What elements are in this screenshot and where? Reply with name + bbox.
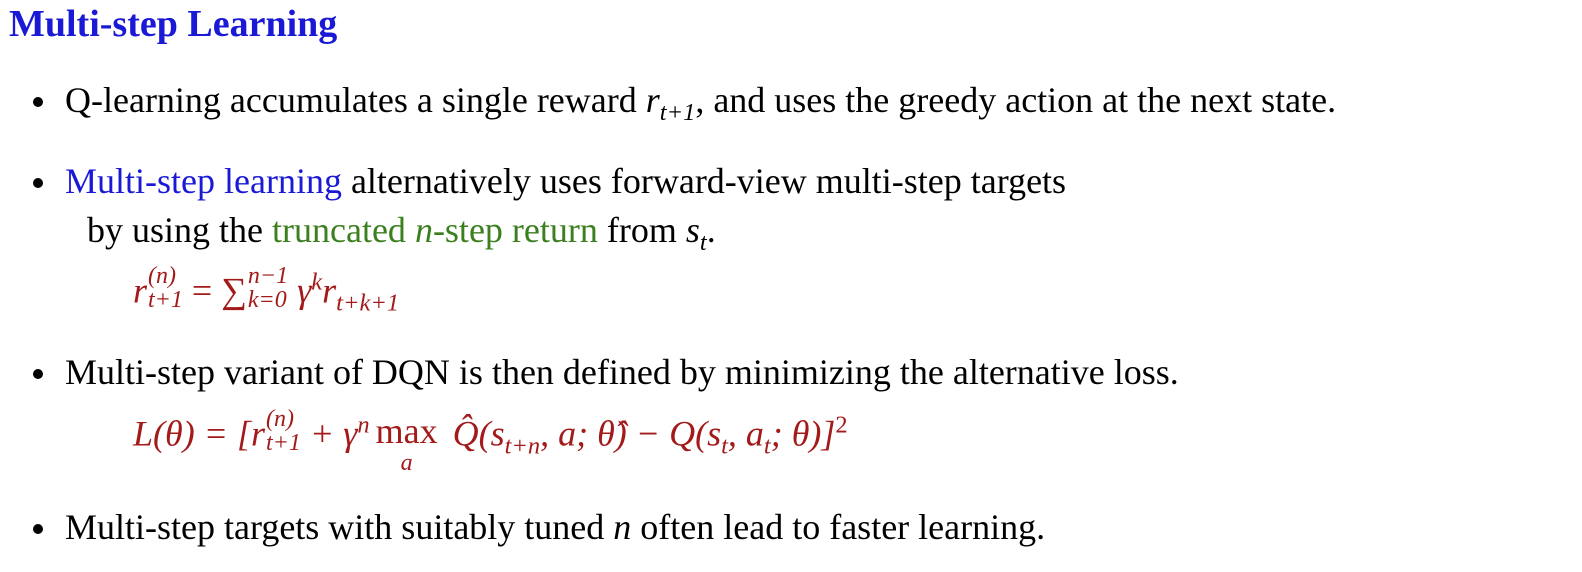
page-title: Multi-step Learning: [9, 3, 338, 45]
bullet-1-text-after: , and uses the greedy action at the next…: [695, 80, 1337, 120]
bullet-dot-4: [33, 524, 43, 534]
eq1-r2: r: [322, 270, 337, 311]
multi-step-learning-highlight: Multi-step learning: [65, 161, 342, 201]
bullet-3-text: Multi-step variant of DQN is then define…: [65, 352, 1179, 392]
bullet-4-n: n: [613, 507, 632, 547]
eq2-max-operator: max a: [376, 413, 438, 475]
bullet-3: Multi-step variant of DQN is then define…: [65, 354, 1179, 390]
eq1-sum-sup: n−1: [247, 263, 289, 289]
bullet-dot-2: [33, 178, 43, 188]
bullet-4-text-after: often lead to faster learning.: [631, 507, 1046, 547]
bullet-2-line2-b: from: [597, 210, 686, 250]
eq2-sub: t+1: [266, 430, 301, 456]
eq1-sup: (n): [148, 263, 176, 289]
equation-n-step-return: r (n) t+1 = ∑ n−1 k=0 γkrt+k+1: [133, 264, 400, 318]
eq1-sum-sub: k=0: [247, 287, 287, 313]
state-symbol: s: [685, 210, 700, 250]
truncated-return-a: truncated: [272, 210, 415, 250]
eq1-equals: =: [182, 270, 222, 311]
eq2-max-under: a: [400, 450, 413, 476]
eq1-r: r: [133, 270, 148, 311]
bullet-4: Multi-step targets with suitably tuned n…: [65, 509, 1045, 545]
eq1-sub: t+1: [148, 287, 183, 313]
bullet-dot-3: [33, 369, 43, 379]
eq2-q-sub1: t: [721, 432, 728, 460]
eq2-qhat-sub: t+n: [504, 432, 541, 460]
eq2-q-sub2: t: [763, 432, 771, 460]
bullet-4-text-before: Multi-step targets with suitably tuned: [65, 507, 614, 547]
eq2-lhs: L(θ) = [: [133, 413, 251, 454]
bullet-2-text-1: alternatively uses forward-view multi-st…: [341, 161, 1067, 201]
reward-subscript: t+1: [659, 99, 696, 127]
equation-multi-step-loss: L(θ) = [r (n) t+1 + γn max a Q̂(st+n, a; θ̂)…: [133, 407, 848, 475]
eq2-qhat-rest: , a; θ̂) − Q(s: [540, 413, 722, 454]
truncated-return-b: -step return: [432, 210, 598, 250]
eq2-max: max: [375, 411, 438, 451]
eq2-q-end: ; θ)]: [770, 413, 836, 454]
bullet-2-period: .: [706, 210, 716, 250]
bullet-dot-1: [33, 97, 43, 107]
eq2-q-mid: , a: [727, 413, 764, 454]
eq1-r2-sub: t+k+1: [336, 289, 400, 317]
eq2-power: 2: [835, 411, 848, 439]
eq2-qhat: Q̂(s: [443, 413, 505, 454]
eq2-plus-gamma: + γ: [300, 413, 358, 454]
eq1-sum: ∑: [221, 270, 247, 311]
reward-symbol: r: [645, 80, 660, 120]
state-subscript: t: [699, 229, 707, 257]
eq2-gamma-sup: n: [357, 411, 370, 439]
eq2-sup: (n): [266, 406, 294, 432]
eq1-gamma-sup: k: [311, 268, 323, 296]
bullet-1-text-before: Q-learning accumulates a single reward: [65, 80, 646, 120]
bullet-1: Q-learning accumulates a single reward r…: [65, 80, 1337, 125]
eq1-gamma: γ: [288, 270, 312, 311]
bullet-2-line-1: Multi-step learning alternatively uses f…: [65, 163, 1066, 199]
bullet-2-line-2: by using the truncated n-step return fro…: [87, 210, 716, 255]
bullet-2-line2-a: by using the: [87, 210, 272, 250]
truncated-return-n: n: [414, 210, 433, 250]
eq2-r: r: [250, 413, 265, 454]
